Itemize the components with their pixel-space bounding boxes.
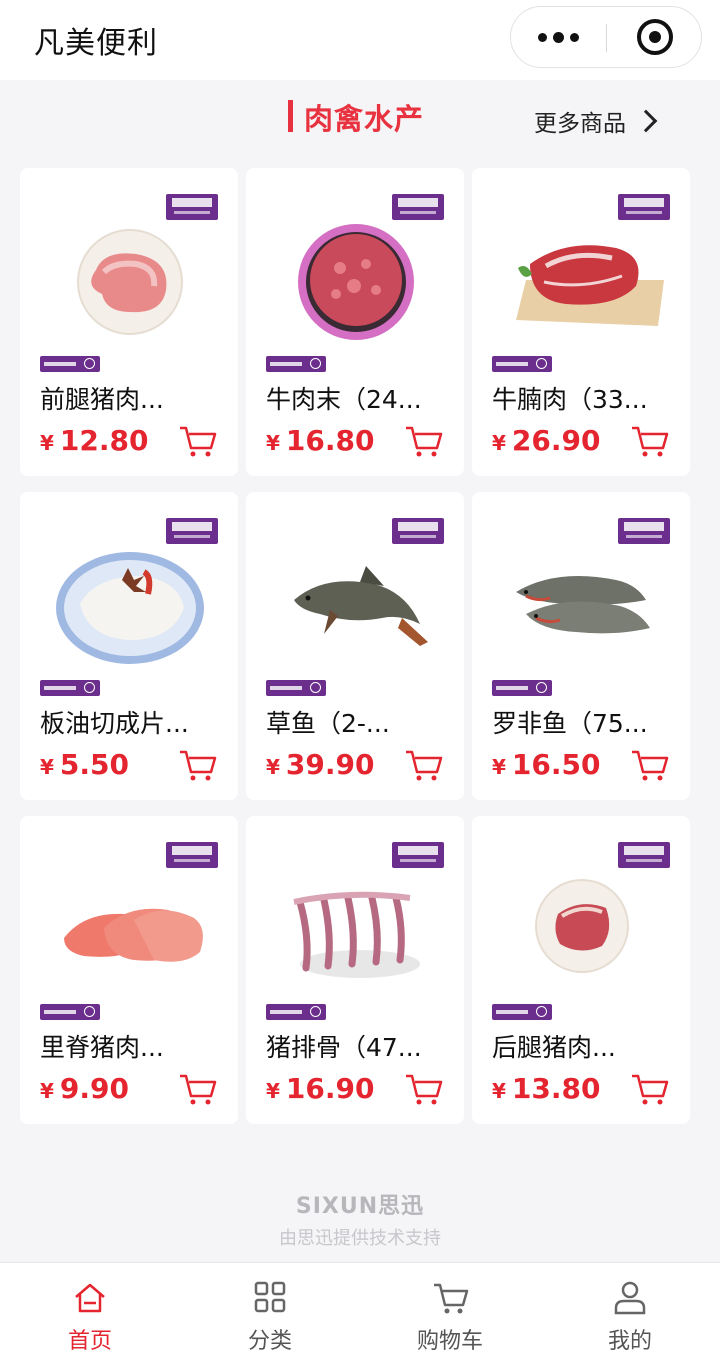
tech-support-note: 由思迅提供技术支持 — [279, 1228, 441, 1249]
tab-profile[interactable]: 我的 — [540, 1263, 720, 1358]
product-image-pork-hindleg — [535, 879, 629, 973]
product-card[interactable]: 板油切成片... ¥5.50 — [20, 492, 238, 800]
add-to-cart-icon[interactable] — [404, 424, 444, 458]
tab-label: 我的 — [607, 1329, 652, 1354]
close-target-icon[interactable] — [637, 19, 673, 55]
tab-label: 首页 — [67, 1329, 112, 1354]
brand-logo-badge — [392, 842, 444, 868]
add-to-cart-icon[interactable] — [404, 1072, 444, 1106]
grid-icon — [254, 1281, 286, 1313]
sixun-logo: SIXUN思迅 — [295, 1194, 425, 1219]
product-image-pork-foreleg — [77, 229, 183, 335]
product-image-minced-beef — [298, 224, 414, 340]
bottom-tab-bar: 首页 分类 购物车 我的 — [0, 1262, 720, 1358]
capsule-divider — [606, 24, 607, 52]
nav-bar: 凡美便利 — [0, 0, 720, 80]
next-day-delivery-badge — [40, 356, 100, 372]
cart-icon — [434, 1283, 469, 1314]
product-card[interactable]: 猪排骨（47... ¥16.90 — [246, 816, 464, 1124]
brand-logo-badge — [618, 842, 670, 868]
app-title: 凡美便利 — [34, 26, 158, 61]
product-image-pork-ribs — [293, 891, 420, 978]
more-menu-icon[interactable] — [511, 7, 605, 67]
product-card[interactable]: 牛腩肉（33... ¥26.90 — [472, 168, 690, 476]
product-price: ¥12.80 — [40, 424, 149, 457]
add-to-cart-icon[interactable] — [630, 748, 670, 782]
next-day-delivery-badge — [266, 680, 326, 696]
product-name: 罗非鱼（75... — [492, 709, 648, 738]
add-to-cart-icon[interactable] — [178, 1072, 218, 1106]
product-name: 猪排骨（47... — [266, 1033, 422, 1062]
product-image-beef-brisket — [516, 245, 664, 326]
product-price: ¥9.90 — [40, 1072, 130, 1105]
product-name: 草鱼（2-... — [266, 709, 390, 738]
product-image-grass-carp — [294, 566, 428, 646]
brand-logo-badge — [166, 518, 218, 544]
product-price: ¥16.90 — [266, 1072, 375, 1105]
tab-label: 购物车 — [416, 1329, 483, 1354]
product-price: ¥39.90 — [266, 748, 375, 781]
add-to-cart-icon[interactable] — [630, 1072, 670, 1106]
brand-logo-badge — [166, 194, 218, 220]
next-day-delivery-badge — [492, 680, 552, 696]
next-day-delivery-badge — [40, 1004, 100, 1020]
tab-cart[interactable]: 购物车 — [360, 1263, 540, 1358]
product-card[interactable]: 牛肉末（24... ¥16.80 — [246, 168, 464, 476]
brand-logo-badge — [392, 518, 444, 544]
add-to-cart-icon[interactable] — [178, 424, 218, 458]
add-to-cart-icon[interactable] — [630, 424, 670, 458]
next-day-delivery-badge — [266, 356, 326, 372]
product-card[interactable]: 罗非鱼（75... ¥16.50 — [472, 492, 690, 800]
next-day-delivery-badge — [266, 1004, 326, 1020]
product-name: 前腿猪肉... — [40, 385, 164, 414]
product-price: ¥5.50 — [40, 748, 130, 781]
chevron-right-icon — [634, 109, 658, 133]
product-image-pork-tenderloin — [64, 908, 203, 962]
product-price: ¥13.80 — [492, 1072, 601, 1105]
product-name: 后腿猪肉... — [492, 1033, 616, 1062]
product-price: ¥26.90 — [492, 424, 601, 457]
brand-logo-badge — [166, 842, 218, 868]
product-card[interactable]: 里脊猪肉... ¥9.90 — [20, 816, 238, 1124]
next-day-delivery-badge — [492, 1004, 552, 1020]
tab-home[interactable]: 首页 — [0, 1263, 180, 1358]
home-icon — [75, 1283, 105, 1313]
more-products-label: 更多商品 — [534, 111, 626, 137]
product-name: 里脊猪肉... — [40, 1033, 164, 1062]
product-card[interactable]: 草鱼（2-... ¥39.90 — [246, 492, 464, 800]
brand-logo-badge — [618, 194, 670, 220]
product-price: ¥16.80 — [266, 424, 375, 457]
product-card[interactable]: 后腿猪肉... ¥13.80 — [472, 816, 690, 1124]
product-name: 板油切成片... — [40, 709, 189, 738]
user-icon — [614, 1281, 646, 1315]
next-day-delivery-badge — [40, 680, 100, 696]
brand-logo-badge — [392, 194, 444, 220]
tab-category[interactable]: 分类 — [180, 1263, 360, 1358]
add-to-cart-icon[interactable] — [178, 748, 218, 782]
product-name: 牛肉末（24... — [266, 385, 422, 414]
product-image-tilapia — [516, 576, 650, 634]
tab-label: 分类 — [247, 1329, 292, 1354]
product-image-pork-fat-slices — [56, 552, 204, 664]
section-title: 肉禽水产 — [304, 102, 425, 136]
add-to-cart-icon[interactable] — [404, 748, 444, 782]
product-card[interactable]: 前腿猪肉... ¥12.80 — [20, 168, 238, 476]
section-accent-bar — [288, 100, 293, 132]
mini-program-capsule — [510, 6, 702, 68]
product-price: ¥16.50 — [492, 748, 601, 781]
brand-logo-badge — [618, 518, 670, 544]
more-products-link[interactable]: 更多商品 — [534, 104, 658, 138]
product-name: 牛腩肉（33... — [492, 385, 648, 414]
next-day-delivery-badge — [492, 356, 552, 372]
